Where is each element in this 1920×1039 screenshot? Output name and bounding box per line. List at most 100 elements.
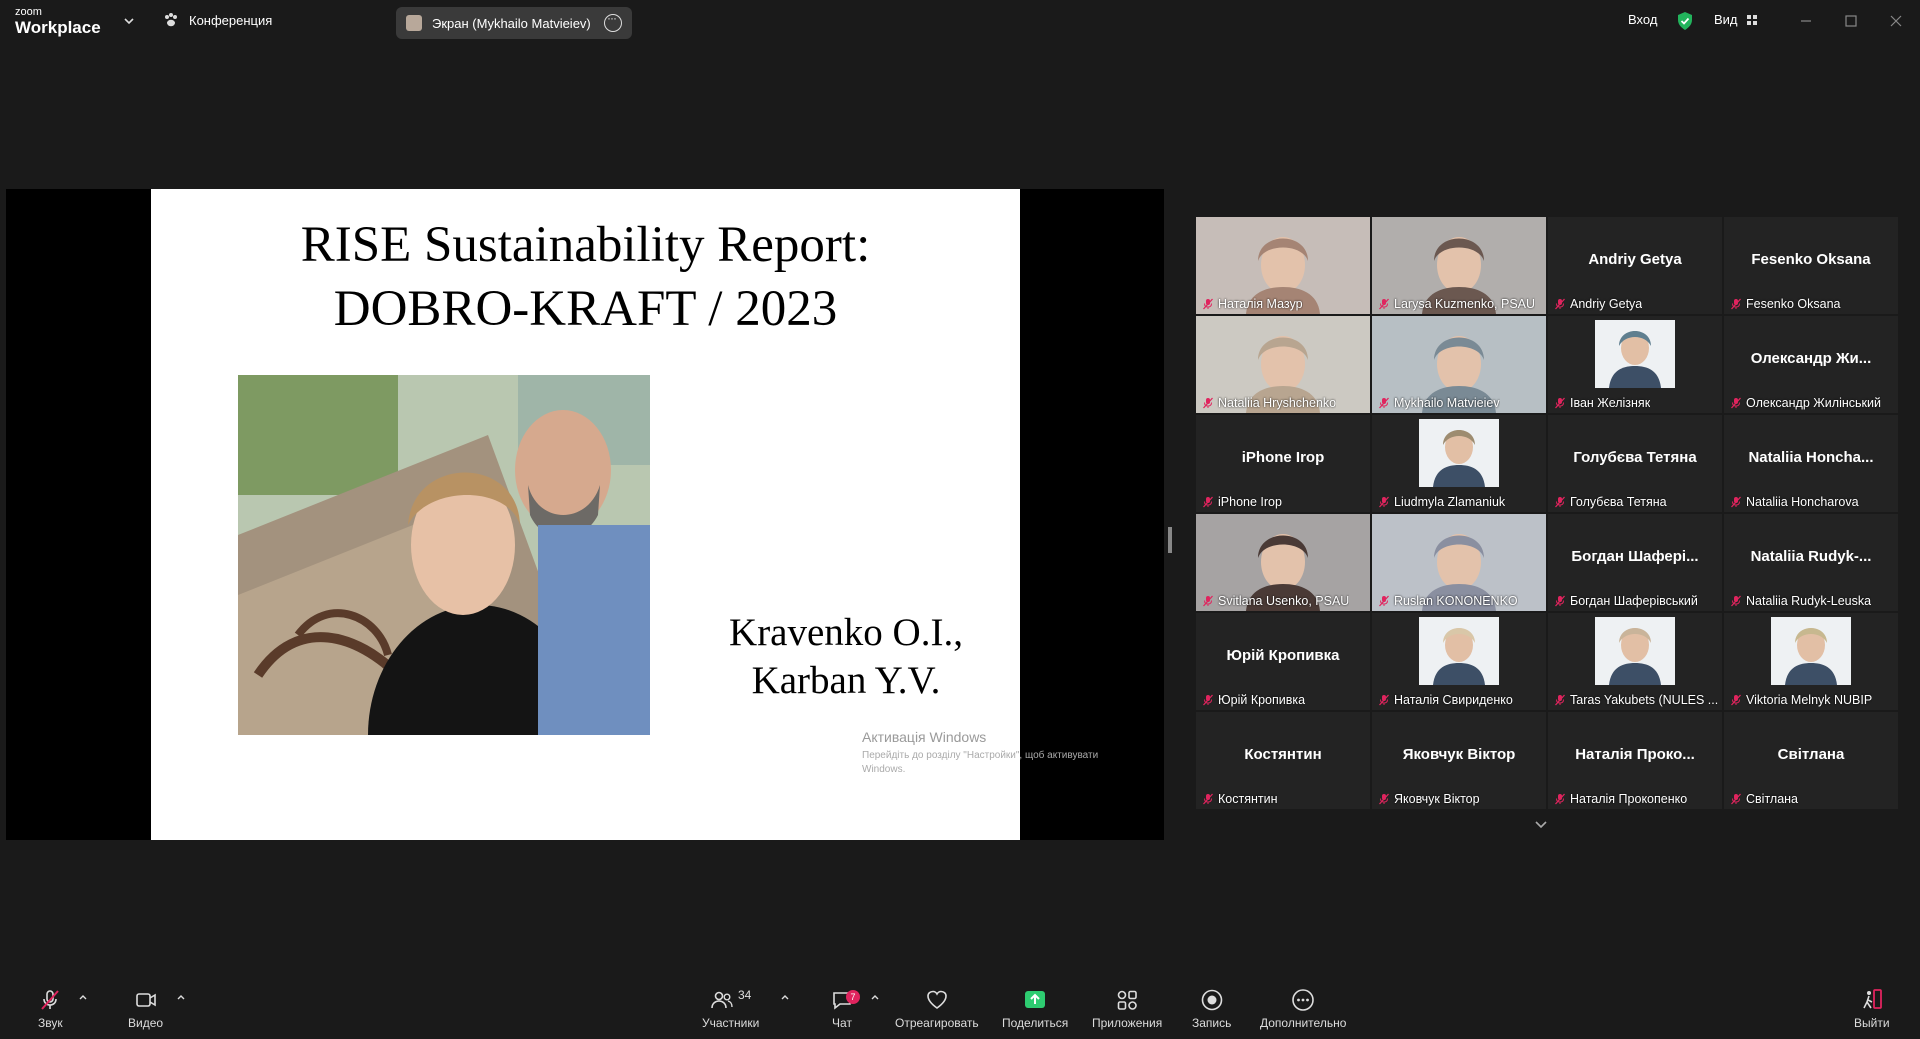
- participant-name-label: Іван Желізняк: [1554, 396, 1650, 410]
- participant-tile[interactable]: Fesenko Oksana Fesenko Oksana: [1724, 217, 1898, 314]
- meeting-toolbar: Звук Видео 34 Участники Чат 7 Отреагиров…: [0, 980, 1920, 1039]
- video-caret-icon[interactable]: [176, 992, 186, 1002]
- participant-name: Svitlana Usenko, PSAU: [1218, 594, 1350, 608]
- participants-button[interactable]: 34 Участники: [702, 988, 759, 1030]
- participant-tile[interactable]: Andriy Getya Andriy Getya: [1548, 217, 1722, 314]
- microphone-muted-icon: [1379, 595, 1389, 607]
- microphone-muted-icon: [1731, 298, 1741, 310]
- audio-button[interactable]: Звук: [38, 988, 63, 1030]
- participant-name: Nataliia Rudyk-Leuska: [1746, 594, 1872, 608]
- apps-button[interactable]: Приложения: [1092, 988, 1162, 1030]
- participant-name: Taras Yakubets (NULES ...: [1570, 693, 1719, 707]
- participant-name: Наталія Свириденко: [1394, 693, 1513, 707]
- participant-tile[interactable]: Наталія Проко... Наталія Прокопенко: [1548, 712, 1722, 809]
- participant-tile[interactable]: Taras Yakubets (NULES ...: [1548, 613, 1722, 710]
- participant-tile[interactable]: Богдан Шафері... Богдан Шаферівський: [1548, 514, 1722, 611]
- microphone-muted-icon: [1555, 595, 1565, 607]
- chat-caret-icon[interactable]: [870, 992, 880, 1002]
- participant-tile[interactable]: Наталія Свириденко: [1372, 613, 1546, 710]
- participant-name: Ruslan KONONENKO: [1394, 594, 1518, 608]
- participant-tile[interactable]: Liudmyla Zlamaniuk: [1372, 415, 1546, 512]
- conference-label: Конференция: [189, 12, 273, 28]
- participant-display-name: Nataliia Rudyk-...: [1750, 548, 1872, 565]
- audio-label: Звук: [38, 1016, 63, 1030]
- participant-name-label: Голубєва Тетяна: [1554, 495, 1667, 509]
- participant-tile[interactable]: Яковчук Віктор Яковчук Віктор: [1372, 712, 1546, 809]
- participant-name: Viktoria Melnyk NUBIP: [1746, 693, 1873, 707]
- participant-tile[interactable]: Голубєва Тетяна Голубєва Тетяна: [1548, 415, 1722, 512]
- slide-authors-line1: Kravenko O.I.,: [729, 611, 963, 654]
- logo-small: zoom: [15, 6, 42, 18]
- participant-name: Костянтин: [1218, 792, 1278, 806]
- more-icon: [1292, 989, 1314, 1011]
- share-button[interactable]: Поделиться: [1002, 988, 1068, 1030]
- participant-tile[interactable]: Олександр Жи... Олександр Жилінський: [1724, 316, 1898, 413]
- participant-tile[interactable]: Костянтин Костянтин: [1196, 712, 1370, 809]
- microphone-muted-icon: [1555, 694, 1565, 706]
- participant-tile[interactable]: Nataliia Hryshchenko: [1196, 316, 1370, 413]
- view-button[interactable]: Вид: [1714, 12, 1758, 27]
- participant-tile[interactable]: Іван Желізняк: [1548, 316, 1722, 413]
- participant-name-label: Наталія Прокопенко: [1554, 792, 1687, 806]
- participant-tile[interactable]: Наталія Мазур: [1196, 217, 1370, 314]
- leave-button[interactable]: Выйти: [1854, 988, 1890, 1030]
- participant-display-name: Богдан Шафері...: [1571, 548, 1699, 565]
- microphone-muted-icon: [1555, 397, 1565, 409]
- microphone-muted-icon: [1379, 793, 1389, 805]
- chevron-down-icon[interactable]: [122, 14, 136, 28]
- participant-tile[interactable]: Mykhailo Matvieiev: [1372, 316, 1546, 413]
- participant-display-name: Голубєва Тетяна: [1573, 449, 1697, 466]
- participant-name: Nataliia Hryshchenko: [1218, 396, 1337, 410]
- share-screen-icon: [1025, 991, 1046, 1008]
- login-button[interactable]: Вход: [1628, 12, 1657, 27]
- participant-tile[interactable]: Larysa Kuzmenko, PSAU: [1372, 217, 1546, 314]
- participant-name-label: Svitlana Usenko, PSAU: [1202, 594, 1349, 608]
- chat-label: Чат: [832, 1016, 852, 1030]
- participant-avatar: [1595, 617, 1675, 685]
- camera-icon: [135, 993, 156, 1007]
- more-button[interactable]: Дополнительно: [1260, 988, 1346, 1030]
- leave-label: Выйти: [1854, 1016, 1890, 1030]
- maximize-icon[interactable]: [1844, 14, 1858, 28]
- participant-name: iPhone Irop: [1218, 495, 1282, 509]
- avatar: [406, 15, 422, 31]
- participant-name-label: Mykhailo Matvieiev: [1378, 396, 1500, 410]
- participant-tile[interactable]: Svitlana Usenko, PSAU: [1196, 514, 1370, 611]
- participant-name-label: Яковчук Віктор: [1378, 792, 1480, 806]
- close-icon[interactable]: [1889, 14, 1903, 28]
- participant-tile[interactable]: Юрій Кропивка Юрій Кропивка: [1196, 613, 1370, 710]
- microphone-muted-icon: [1203, 496, 1213, 508]
- audio-caret-icon[interactable]: [78, 992, 88, 1002]
- apps-label: Приложения: [1092, 1016, 1163, 1030]
- chat-badge: 7: [846, 990, 860, 1004]
- conference-menu[interactable]: Конференция: [163, 12, 272, 28]
- microphone-muted-icon: [1731, 694, 1741, 706]
- shield-check-icon[interactable]: [1676, 11, 1694, 31]
- gallery-scroll-down-icon[interactable]: [1534, 818, 1548, 832]
- participant-avatar: [1419, 419, 1499, 487]
- screen-share-pill[interactable]: Экран (Mykhailo Matvieiev): [396, 7, 632, 39]
- react-button[interactable]: Отреагировать: [895, 988, 979, 1030]
- participant-tile[interactable]: Світлана Світлана: [1724, 712, 1898, 809]
- title-bar: zoom Workplace Конференция Экран (Mykhai…: [0, 0, 1920, 44]
- participant-tile[interactable]: Ruslan KONONENKO: [1372, 514, 1546, 611]
- react-label: Отреагировать: [895, 1016, 979, 1030]
- video-button[interactable]: Видео: [128, 988, 163, 1030]
- participant-display-name: Світлана: [1777, 746, 1845, 763]
- participants-caret-icon[interactable]: [780, 992, 790, 1002]
- participant-tile[interactable]: Viktoria Melnyk NUBIP: [1724, 613, 1898, 710]
- microphone-muted-icon: [1379, 694, 1389, 706]
- participants-icon: [711, 991, 733, 1009]
- participant-tile[interactable]: Nataliia Honcha... Nataliia Honcharova: [1724, 415, 1898, 512]
- participant-name: Голубєва Тетяна: [1570, 495, 1667, 509]
- participant-name: Богдан Шаферівський: [1570, 594, 1698, 608]
- more-options-icon[interactable]: [604, 11, 622, 32]
- participant-name: Liudmyla Zlamaniuk: [1394, 495, 1506, 509]
- participant-name-label: Наталія Мазур: [1202, 297, 1303, 311]
- participant-tile[interactable]: iPhone Irop iPhone Irop: [1196, 415, 1370, 512]
- minimize-icon[interactable]: [1799, 14, 1813, 28]
- split-resize-handle[interactable]: [1168, 527, 1172, 553]
- participant-tile[interactable]: Nataliia Rudyk-... Nataliia Rudyk-Leuska: [1724, 514, 1898, 611]
- microphone-muted-icon: [1555, 793, 1565, 805]
- record-button[interactable]: Запись: [1192, 988, 1231, 1030]
